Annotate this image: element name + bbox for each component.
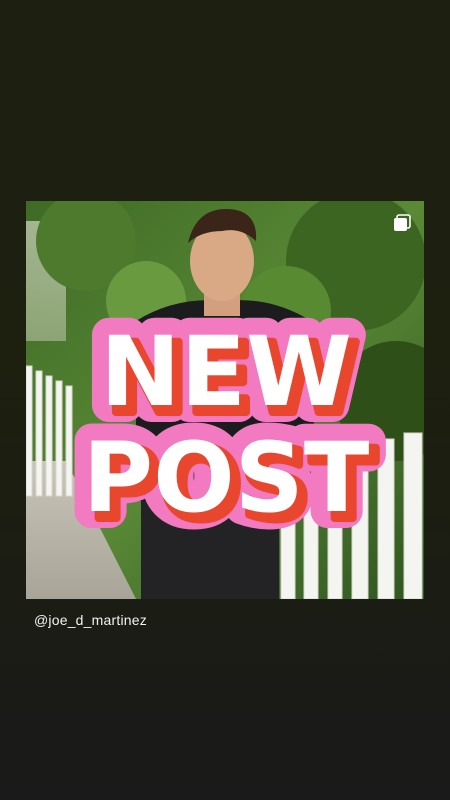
sticker-line1: NEW <box>100 316 352 428</box>
square-stack-icon <box>394 214 411 231</box>
shared-post-card[interactable]: NEW POST NEW POST NEW POST <box>26 201 424 599</box>
sticker-line2: POST <box>83 422 370 534</box>
new-post-sticker[interactable]: NEW POST NEW POST NEW POST <box>66 313 386 543</box>
post-author-username[interactable]: @joe_d_martinez <box>34 612 147 628</box>
